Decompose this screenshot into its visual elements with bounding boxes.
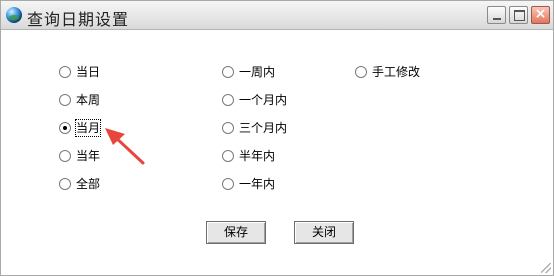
radio-circle-checked[interactable] — [59, 122, 71, 134]
radio-circle[interactable] — [59, 66, 71, 78]
close-icon: × — [534, 6, 547, 22]
radio-label: 一周内 — [239, 65, 276, 79]
radio-label: 当日 — [76, 65, 101, 79]
radio-circle[interactable] — [222, 66, 234, 78]
window-close-button[interactable]: × — [531, 6, 550, 24]
title-bar: 查询日期设置 × — [1, 1, 553, 30]
globe-icon — [6, 7, 22, 23]
radio-circle[interactable] — [222, 94, 234, 106]
radio-label: 本周 — [76, 93, 101, 107]
radio-circle[interactable] — [59, 150, 71, 162]
save-button[interactable]: 保存 — [206, 221, 266, 244]
radio-label: 三个月内 — [239, 121, 288, 135]
minimize-button[interactable] — [487, 6, 506, 24]
annotation-arrow-icon — [105, 128, 145, 165]
radio-label: 当月 — [74, 119, 102, 137]
radio-label: 当年 — [76, 149, 101, 163]
maximize-button[interactable] — [509, 6, 528, 24]
radio-label: 手工修改 — [372, 65, 421, 79]
radio-circle[interactable] — [59, 178, 71, 190]
radio-label: 一个月内 — [239, 93, 288, 107]
window-title: 查询日期设置 — [27, 10, 130, 29]
query-date-settings-dialog: 查询日期设置 × 当日 本周 当月 当年 全部 一周内 一个月内 三个月内 半年… — [0, 0, 554, 276]
radio-circle[interactable] — [222, 178, 234, 190]
radio-label: 全部 — [76, 177, 101, 191]
resize-grip-icon[interactable] — [541, 263, 551, 273]
radio-circle[interactable] — [355, 66, 367, 78]
close-button[interactable]: 关闭 — [294, 221, 354, 244]
radio-label: 一年内 — [239, 177, 276, 191]
radio-circle[interactable] — [59, 94, 71, 106]
radio-label: 半年内 — [239, 149, 276, 163]
radio-circle[interactable] — [222, 150, 234, 162]
radio-circle[interactable] — [222, 122, 234, 134]
